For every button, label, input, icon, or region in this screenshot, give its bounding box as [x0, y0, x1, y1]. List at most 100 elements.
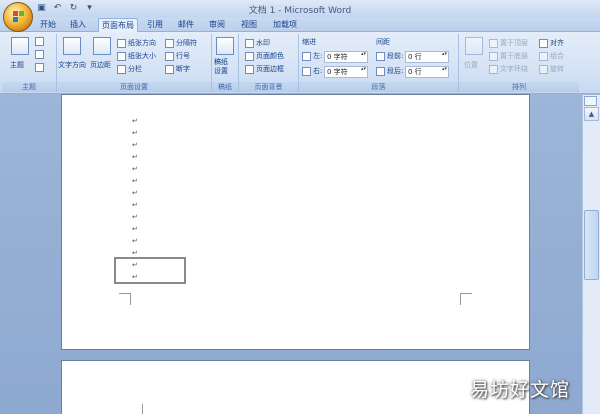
tab-addins[interactable]: 加载项: [270, 18, 300, 32]
document-page[interactable]: ↵ ↵ ↵ ↵ ↵ ↵ ↵ ↵ ↵ ↵ ↵ ↵ ↵ ↵: [61, 94, 530, 350]
margins-icon: [93, 37, 111, 55]
spacing-after-input[interactable]: 0 行: [405, 66, 449, 78]
columns-button[interactable]: 分栏: [117, 64, 142, 74]
watermark-label: 水印: [256, 39, 270, 47]
highlight-box: [114, 257, 186, 284]
theme-fonts-icon: [35, 50, 44, 59]
theme-effects-button[interactable]: [35, 63, 44, 72]
spacing-after-label: 段后:: [376, 66, 403, 76]
themes-icon: [11, 37, 29, 55]
line-numbers-label: 行号: [176, 52, 190, 60]
align-label: 对齐: [550, 39, 564, 47]
align-button[interactable]: 对齐: [539, 38, 564, 48]
bring-front-icon: [489, 38, 498, 48]
group-label-page-setup: 页面设置: [57, 82, 211, 92]
ribbon: 主题 主题 文字方向 页边距 纸张方向 纸张大小 分栏 分隔符 行号 断字 页面…: [0, 32, 600, 94]
paragraph-mark: ↵: [132, 201, 138, 209]
theme-fonts-button[interactable]: [35, 50, 44, 59]
tab-home[interactable]: 开始: [36, 18, 60, 32]
page-borders-button[interactable]: 页面边框: [245, 64, 284, 74]
group-objects-icon: [539, 51, 548, 61]
indent-right-text: 右:: [313, 67, 323, 75]
scroll-thumb[interactable]: [584, 210, 599, 280]
size-button[interactable]: 纸张大小: [117, 51, 156, 61]
redo-icon[interactable]: ↻: [68, 3, 79, 14]
bring-front-button[interactable]: 置于顶层: [489, 38, 528, 48]
ribbon-tabs: 开始 插入 页面布局 引用 邮件 审阅 视图 加载项: [0, 17, 600, 32]
text-wrap-icon: [489, 64, 498, 74]
paragraph-mark: ↵: [132, 213, 138, 221]
orientation-icon: [117, 38, 126, 48]
tab-review[interactable]: 审阅: [206, 18, 228, 32]
group-page-background: 水印 页面颜色 页面边框 页面背景: [239, 34, 299, 92]
breaks-button[interactable]: 分隔符: [165, 38, 197, 48]
watermark-button[interactable]: 水印: [245, 38, 270, 48]
group-objects-label: 组合: [550, 52, 564, 60]
paragraph-mark: ↵: [132, 129, 138, 137]
group-paragraph: 缩进 左: 0 字符 右: 0 字符 间距 段前: 0 行 段后: 0 行 段落: [299, 34, 459, 92]
position-icon: [465, 37, 483, 55]
group-objects-button[interactable]: 组合: [539, 51, 564, 61]
document-area[interactable]: ↵ ↵ ↵ ↵ ↵ ↵ ↵ ↵ ↵ ↵ ↵ ↵ ↵ ↵ 易坊好文馆: [0, 94, 582, 414]
watermark-icon: [245, 38, 254, 48]
page-color-icon: [245, 51, 254, 61]
orientation-label: 纸张方向: [128, 39, 156, 47]
themes-button[interactable]: 主题: [10, 60, 24, 70]
margin-corner-mark: [131, 404, 143, 414]
margins-button[interactable]: 页边距: [90, 60, 111, 70]
page-color-button[interactable]: 页面颜色: [245, 51, 284, 61]
group-draft: 稿纸 设置 稿纸: [212, 34, 239, 92]
office-button[interactable]: [3, 2, 33, 32]
tab-mailings[interactable]: 邮件: [175, 18, 197, 32]
spacing-label: 间距: [376, 38, 390, 46]
position-button[interactable]: 位置: [464, 60, 478, 70]
text-direction-button[interactable]: 文字方向: [58, 60, 86, 70]
paragraph-mark: ↵: [132, 189, 138, 197]
orientation-button[interactable]: 纸张方向: [117, 38, 156, 48]
group-label-draft: 稿纸: [212, 82, 238, 92]
line-numbers-button[interactable]: 行号: [165, 51, 190, 61]
scroll-up-button[interactable]: ▲: [584, 107, 599, 121]
page-borders-label: 页面边框: [256, 65, 284, 73]
ruler-toggle-button[interactable]: [584, 96, 597, 106]
indent-left-icon: [302, 51, 311, 61]
undo-icon[interactable]: ↶: [52, 3, 63, 14]
text-wrap-button[interactable]: 文字环绕: [489, 64, 528, 74]
group-label-themes: 主题: [2, 82, 56, 92]
tab-references[interactable]: 引用: [144, 18, 166, 32]
indent-left-input[interactable]: 0 字符: [324, 51, 368, 63]
paragraph-mark: ↵: [132, 177, 138, 185]
draft-settings-button[interactable]: 稿纸 设置: [214, 58, 228, 76]
quick-access-toolbar: ▣ ↶ ↻ ▾: [36, 3, 95, 14]
document-page-2[interactable]: [61, 360, 530, 414]
vertical-scrollbar[interactable]: ▲: [582, 95, 600, 414]
text-direction-icon: [63, 37, 81, 55]
spacing-after-text: 段后:: [387, 67, 404, 75]
spacing-before-input[interactable]: 0 行: [405, 51, 449, 63]
customize-qat-button[interactable]: ▾: [84, 3, 95, 14]
group-themes: 主题 主题: [2, 34, 57, 92]
indent-left-text: 左:: [313, 52, 323, 60]
theme-colors-button[interactable]: [35, 37, 44, 46]
hyphenation-button[interactable]: 断字: [165, 64, 190, 74]
tab-view[interactable]: 视图: [238, 18, 260, 32]
columns-label: 分栏: [128, 65, 142, 73]
tab-page-layout[interactable]: 页面布局: [98, 18, 138, 32]
rotate-icon: [539, 64, 548, 74]
indent-right-input[interactable]: 0 字符: [324, 66, 368, 78]
tab-insert[interactable]: 插入: [66, 18, 90, 32]
rotate-button[interactable]: 旋转: [539, 64, 564, 74]
save-icon[interactable]: ▣: [36, 3, 47, 14]
paragraph-mark: ↵: [132, 165, 138, 173]
page-borders-icon: [245, 64, 254, 74]
margin-corner-mark: [460, 293, 472, 305]
rotate-label: 旋转: [550, 65, 564, 73]
send-back-button[interactable]: 置于底层: [489, 51, 528, 61]
page-color-label: 页面颜色: [256, 52, 284, 60]
columns-icon: [117, 64, 126, 74]
theme-effects-icon: [35, 63, 44, 72]
line-numbers-icon: [165, 51, 174, 61]
group-arrange: 位置 置于顶层 置于底层 文字环绕 对齐 组合 旋转 排列: [459, 34, 579, 92]
bring-front-label: 置于顶层: [500, 39, 528, 47]
group-label-arrange: 排列: [459, 82, 579, 92]
